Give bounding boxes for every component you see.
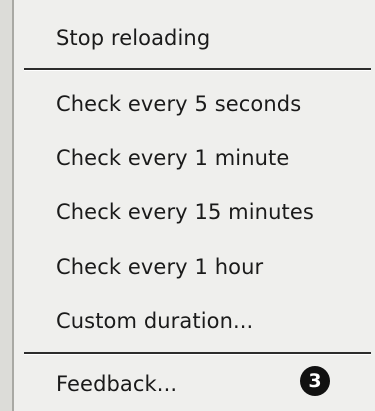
menu-item-feedback[interactable]: Feedback... [56,370,177,398]
menu-item-check-1-hour[interactable]: Check every 1 hour [56,253,263,281]
menu-item-custom-duration[interactable]: Custom duration... [56,307,253,335]
callout-number-badge: 3 [300,366,330,396]
menu-separator [24,68,371,71]
menu-item-check-1-minute[interactable]: Check every 1 minute [56,144,289,172]
menu-item-check-15-minutes[interactable]: Check every 15 minutes [56,198,314,226]
menu-item-check-5-seconds[interactable]: Check every 5 seconds [56,90,301,118]
context-menu: Stop reloading Check every 5 seconds Che… [0,0,375,411]
menu-item-stop-reloading[interactable]: Stop reloading [56,24,210,52]
menu-separator [24,352,371,355]
